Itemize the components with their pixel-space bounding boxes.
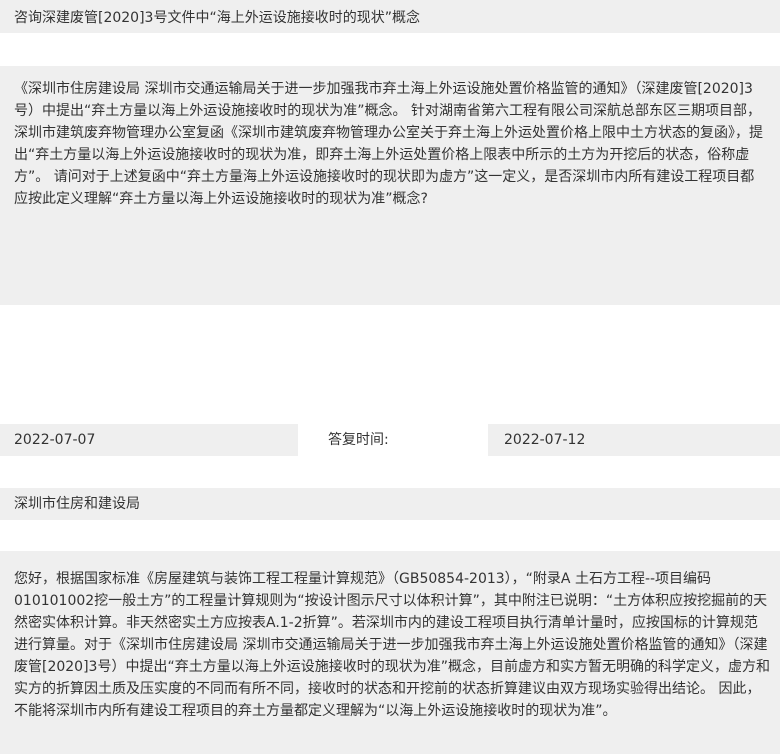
reply-date: 2022-07-12: [488, 424, 780, 456]
ask-date: 2022-07-07: [0, 424, 298, 456]
consultation-page: 咨询深建废管[2020]3号文件中“海上外运设施接收时的现状”概念 《深圳市住房…: [0, 0, 780, 754]
consultation-title: 咨询深建废管[2020]3号文件中“海上外运设施接收时的现状”概念: [0, 0, 780, 33]
question-content: 《深圳市住房建设局 深圳市交通运输局关于进一步加强我市弃土海上外运设施处置价格监…: [0, 66, 780, 305]
reply-department: 深圳市住房和建设局: [0, 488, 780, 520]
answer-content: 您好，根据国家标准《房屋建筑与装饰工程工程量计算规范》（GB50854-2013…: [0, 551, 780, 754]
reply-time-label: 答复时间:: [328, 432, 389, 448]
